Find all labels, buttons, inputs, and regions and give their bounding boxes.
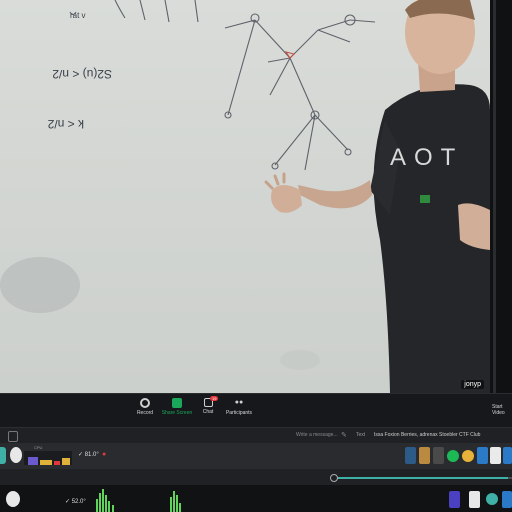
share-screen-button[interactable]: Share Screen: [160, 398, 194, 416]
chat-badge: 19: [210, 396, 219, 401]
prev-icon[interactable]: [449, 491, 460, 508]
cpu-label: CPU: [34, 445, 43, 450]
share-screen-label: Share Screen: [161, 410, 193, 416]
disk-icon-2[interactable]: [6, 491, 20, 507]
side-panel: [490, 0, 512, 393]
temperature-2-value: 52.0°: [71, 499, 86, 505]
shirt-text: AOT: [390, 144, 463, 171]
thermometer-icon-2: ✓: [65, 499, 71, 505]
start-video-label: Start Video: [492, 404, 505, 416]
record-icon: [140, 398, 150, 408]
send-icon[interactable]: ✎: [341, 431, 349, 439]
progress-strip: [0, 469, 512, 485]
sublime-icon[interactable]: [433, 447, 444, 464]
taskbar-top: CPU ✓ 81.0° ●: [0, 443, 512, 469]
video-feed: S2(u) < n/2 k < n/2 rat v AOT jonyp: [0, 0, 490, 393]
taskbar-bottom: ✓ 52.0°: [0, 485, 512, 512]
progress-track[interactable]: [334, 477, 512, 479]
record-button[interactable]: Record: [128, 398, 162, 416]
start-video-button[interactable]: Start Video: [492, 404, 512, 416]
spotify-icon[interactable]: [447, 450, 459, 462]
vscode-icon[interactable]: [477, 447, 488, 464]
photos-icon[interactable]: [469, 491, 480, 508]
side-scrollbar[interactable]: [493, 0, 496, 393]
chat-title: Issa Foxion Berries, adrenax Stoebler CT…: [374, 432, 481, 438]
chat-bar: Write a message... ✎ Text Issa Foxion Be…: [0, 427, 512, 444]
record-label: Record: [136, 410, 154, 416]
app-icon[interactable]: [0, 447, 6, 464]
chat-panel-icon[interactable]: [8, 431, 18, 442]
pin-icon: ●: [102, 451, 107, 458]
chat-button[interactable]: 19 Chat: [191, 396, 225, 415]
participants-label: Participants: [225, 410, 253, 416]
temperature-2: ✓ 52.0°: [65, 498, 86, 505]
media-icon[interactable]: [503, 447, 512, 464]
chrome-icon[interactable]: [462, 450, 474, 462]
meeting-toolbar: Record Share Screen 19 Chat ●● Participa…: [0, 393, 512, 428]
progress-fill: [334, 477, 509, 479]
cpu-graph: [24, 451, 72, 465]
progress-knob[interactable]: [330, 474, 338, 482]
store-icon[interactable]: [502, 491, 512, 508]
chat-label: Chat: [202, 409, 214, 415]
audio-visualizer: [96, 489, 181, 512]
disk-icon[interactable]: [10, 447, 22, 463]
presenter: AOT: [264, 0, 490, 393]
chat-status: Text: [356, 432, 366, 438]
chat-app-icon[interactable]: [486, 493, 498, 505]
participant-name: jonyp: [461, 380, 484, 389]
temperature-1: ✓ 81.0°: [78, 451, 99, 458]
settings-icon[interactable]: [490, 447, 501, 464]
thermometer-icon: ✓: [78, 452, 84, 458]
chat-input[interactable]: Write a message...: [296, 432, 338, 438]
participants-icon: ●●: [234, 399, 244, 406]
share-screen-icon: [172, 398, 182, 408]
terminal-icon[interactable]: [405, 447, 416, 464]
temperature-1-value: 81.0°: [84, 452, 99, 458]
participants-button[interactable]: ●● Participants: [222, 398, 256, 416]
files-icon[interactable]: [419, 447, 430, 464]
